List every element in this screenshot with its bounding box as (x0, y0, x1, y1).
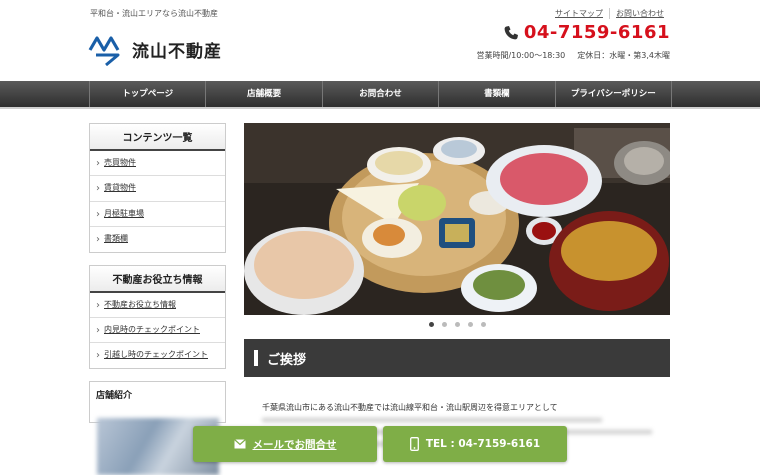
tel-contact-button[interactable]: TEL : 04-7159-6161 (383, 426, 567, 462)
logo-mark-icon (88, 36, 120, 66)
slider-dot[interactable] (428, 322, 434, 327)
slider-dots (244, 322, 670, 327)
mail-contact-label: メールでお問合せ (252, 438, 337, 451)
sidebar-link-rental[interactable]: 賃貸物件 (104, 183, 136, 192)
contact-link[interactable]: お問い合わせ (609, 8, 670, 19)
phone-number: 04-7159-6161 (523, 22, 670, 43)
site-logo[interactable]: 流山不動産 (88, 32, 222, 66)
global-nav: トップページ 店舗概要 お問合わせ 書類欄 プライバシーポリシー (0, 81, 760, 109)
mail-contact-button[interactable]: メールでお問合せ (193, 426, 377, 462)
slider-dot[interactable] (480, 322, 486, 327)
envelope-icon (233, 439, 246, 449)
holiday-text: 定休日：水曜・第3,4木曜 (577, 51, 670, 60)
tagline: 平和台・流山エリアなら流山不動産 (90, 9, 218, 18)
nav-item-documents[interactable]: 書類欄 (439, 81, 556, 107)
sidebar-link-viewing[interactable]: 内見時のチェックポイント (104, 325, 200, 334)
smartphone-icon (409, 437, 419, 451)
header-phone[interactable]: 04-7159-6161 (503, 22, 670, 43)
sidebar-link-documents[interactable]: 書類欄 (104, 234, 128, 243)
contents-box: コンテンツ一覧 売買物件 賃貸物件 月極駐車場 書類欄 (89, 123, 226, 253)
sidebar-item-useful[interactable]: 不動産お役立ち情報 (90, 293, 225, 318)
greeting-text: 千葉県流山市にある流山不動産では流山線平和台・流山駅周辺を得意エリアとして (262, 403, 558, 412)
greeting-title: ご挨拶 (267, 352, 307, 368)
food-photo-illustration (244, 123, 670, 315)
sidebar-item-rental[interactable]: 賃貸物件 (90, 176, 225, 202)
top-links: サイトマップ お問い合わせ (549, 8, 670, 19)
useful-title: 不動産お役立ち情報 (90, 265, 225, 293)
nav-item-shop[interactable]: 店舗概要 (206, 81, 323, 107)
sidebar-link-sale[interactable]: 売買物件 (104, 158, 136, 167)
sidebar-item-viewing[interactable]: 内見時のチェックポイント (90, 318, 225, 344)
sidebar: コンテンツ一覧 売買物件 賃貸物件 月極駐車場 書類欄 不動産お役立ち情報 不動… (89, 123, 226, 423)
phone-icon (504, 25, 518, 39)
slider-dot[interactable] (467, 322, 473, 327)
heading-accent-bar (254, 350, 258, 366)
sidebar-item-parking[interactable]: 月極駐車場 (90, 202, 225, 228)
hero-slider-image[interactable] (244, 123, 670, 315)
logo-text: 流山不動産 (132, 41, 222, 62)
sidebar-item-sale[interactable]: 売買物件 (90, 151, 225, 177)
sitemap-link[interactable]: サイトマップ (549, 8, 609, 19)
slider-dot[interactable] (454, 322, 460, 327)
shop-title: 店舗紹介 (96, 390, 133, 401)
sidebar-link-moving[interactable]: 引越し時のチェックポイント (104, 350, 208, 359)
slider-dot[interactable] (441, 322, 447, 327)
hours-text: 営業時間/10:00〜18:30 (476, 51, 566, 60)
useful-box: 不動産お役立ち情報 不動産お役立ち情報 内見時のチェックポイント 引越し時のチェ… (89, 264, 226, 369)
greeting-heading: ご挨拶 (244, 339, 670, 377)
business-hours: 営業時間/10:00〜18:30 定休日：水曜・第3,4木曜 (476, 50, 670, 61)
nav-item-top[interactable]: トップページ (90, 81, 207, 107)
sidebar-link-parking[interactable]: 月極駐車場 (104, 209, 144, 218)
contents-title: コンテンツ一覧 (90, 124, 225, 151)
nav-item-privacy[interactable]: プライバシーポリシー (556, 81, 673, 107)
shop-box: 店舗紹介 (89, 380, 226, 423)
sidebar-item-documents[interactable]: 書類欄 (90, 227, 225, 251)
sidebar-item-moving[interactable]: 引越し時のチェックポイント (90, 343, 225, 367)
sidebar-link-useful[interactable]: 不動産お役立ち情報 (104, 300, 176, 309)
tel-contact-label: TEL : 04-7159-6161 (425, 438, 541, 450)
nav-item-contact[interactable]: お問合わせ (323, 81, 440, 107)
